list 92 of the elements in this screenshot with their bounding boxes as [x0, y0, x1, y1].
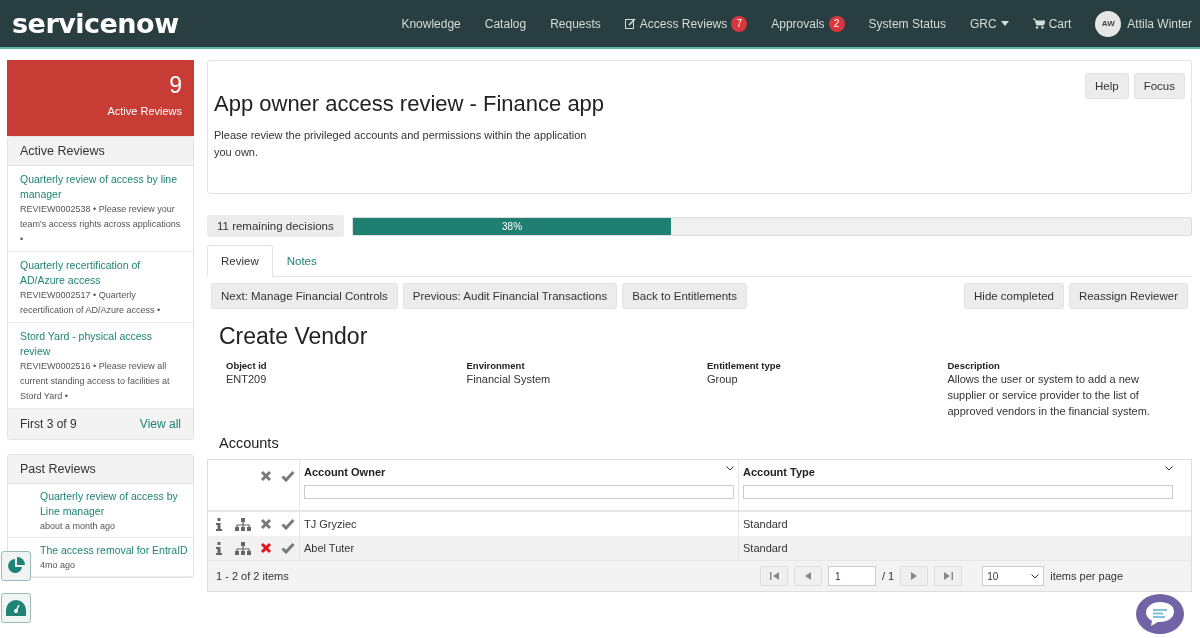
chevron-icon[interactable] — [1165, 466, 1173, 471]
review-count: 9 — [169, 72, 182, 99]
servicenow-logo[interactable]: servicenow — [12, 8, 179, 39]
hierarchy-icon[interactable] — [234, 517, 251, 531]
review-description: Please review the privileged accounts and permissions within the application you own. — [214, 128, 588, 160]
field-value: Financial System — [466, 372, 552, 387]
gauge-icon — [6, 600, 26, 616]
column-filter-field[interactable] — [743, 485, 1173, 499]
column-header[interactable]: Account Owner — [304, 466, 386, 478]
review-meta: REVIEW0002517 • Quarterly recertification of AD/Azure access • — [20, 289, 162, 317]
review-link[interactable]: Stord Yard - physical access review — [20, 329, 185, 359]
page-number-field[interactable]: 1 — [828, 566, 876, 586]
previous-page-button[interactable] — [794, 566, 822, 586]
action-button[interactable]: Hide completed — [964, 283, 1064, 309]
card-button[interactable]: Help — [1085, 73, 1129, 99]
card-button[interactable]: Focus — [1133, 73, 1185, 99]
review-link[interactable]: Quarterly recertification of AD/Azure access — [20, 258, 185, 288]
panel-heading: Active Reviews — [8, 137, 193, 166]
edit-icon — [624, 18, 636, 29]
count-badge: 2 — [828, 15, 845, 32]
item-count: 1 - 2 of 2 items — [216, 570, 289, 582]
nav-button[interactable]: Back to Entitlements — [622, 283, 747, 309]
user-avatar[interactable]: AW — [1095, 10, 1122, 37]
list-count: First 3 of 9 — [20, 417, 77, 431]
caret-icon — [1000, 21, 1009, 26]
review-link[interactable]: The access removal for EntraID — [40, 543, 189, 558]
gauge-button[interactable] — [1, 593, 31, 623]
reject-icon[interactable] — [260, 542, 272, 554]
nav-button[interactable]: Previous: Audit Financial Transactions — [402, 283, 618, 309]
field-label: Environment — [466, 360, 526, 371]
first-page-icon — [769, 572, 779, 580]
field-label: Object id — [226, 360, 268, 371]
cart-icon — [1032, 18, 1045, 29]
nav-link[interactable]: Approvals 2 — [771, 15, 845, 32]
pie-chart-icon — [7, 557, 25, 575]
field-value: Allows the user or system to add a new supplier or service provider to the list of approved vendors in the financial system. — [947, 372, 1151, 419]
field-value: Group — [707, 372, 739, 387]
active-reviews-tile[interactable]: 9 Active Reviews — [7, 60, 194, 136]
accounts-heading: Accounts — [219, 435, 280, 451]
nav-link[interactable]: Requests — [550, 16, 601, 31]
page-size-dropdown[interactable]: 10 — [982, 566, 1045, 586]
review-title: App owner access review - Finance app — [214, 91, 606, 117]
field-value: ENT209 — [226, 372, 268, 387]
nav-link[interactable]: System Status — [868, 16, 946, 31]
chevron-icon — [1031, 573, 1040, 579]
nav-link[interactable]: Cart — [1032, 16, 1072, 31]
nav-link[interactable]: Knowledge — [401, 16, 461, 31]
check-icon[interactable] — [281, 518, 295, 530]
reject-all-icon[interactable] — [260, 470, 272, 482]
hierarchy-icon[interactable] — [234, 541, 251, 555]
review-meta: about a month ago — [40, 520, 117, 533]
check-icon[interactable] — [281, 470, 295, 482]
column-header[interactable]: Account Type — [743, 466, 815, 478]
reject-icon[interactable] — [260, 518, 272, 530]
field-label: Description — [947, 360, 1001, 371]
count-badge: 7 — [731, 15, 748, 32]
first-page-button[interactable] — [760, 566, 788, 586]
user-name[interactable]: Attila Winter — [1127, 16, 1192, 31]
entitlement-title: Create Vendor — [219, 323, 369, 350]
column-filter-field[interactable] — [304, 485, 734, 499]
field-label: Entitlement type — [707, 360, 782, 371]
check-icon[interactable] — [281, 542, 295, 554]
chat-icon — [1145, 601, 1175, 627]
review-meta: REVIEW0002516 • Please review all current standing access to facilities at Stord Yard • — [20, 360, 171, 403]
info-icon[interactable] — [216, 517, 222, 531]
pie-chart-button[interactable] — [1, 551, 31, 581]
nav-link[interactable]: Access Reviews 7 — [624, 15, 748, 32]
last-page-icon — [943, 572, 953, 580]
view-all-link[interactable]: View all — [139, 417, 181, 431]
review-link[interactable]: Quarterly review of access by Line manager — [40, 489, 189, 519]
page-size-label: items per page — [1050, 570, 1123, 582]
action-button[interactable]: Reassign Reviewer — [1068, 283, 1188, 309]
chevron-icon[interactable] — [726, 466, 734, 471]
review-meta: 4mo ago — [40, 559, 77, 572]
next-icon — [911, 572, 918, 580]
page-total: / 1 — [882, 570, 895, 582]
nav-link[interactable]: GRC — [969, 16, 1009, 31]
tab[interactable]: Review — [207, 245, 273, 277]
review-meta: REVIEW0002538 • Please review your team's access rights across applications • — [20, 203, 182, 246]
progress-fill: 38% — [352, 217, 672, 235]
info-icon[interactable] — [216, 541, 222, 555]
tile-label: Active Reviews — [107, 105, 182, 117]
nav-button[interactable]: Next: Manage Financial Controls — [211, 283, 398, 309]
panel-heading: Past Reviews — [8, 455, 193, 484]
tab[interactable]: Notes — [272, 245, 331, 277]
remaining-decisions: 11 remaining decisions — [207, 215, 344, 237]
last-page-button[interactable] — [934, 566, 963, 586]
nav-link[interactable]: Catalog — [484, 16, 527, 31]
review-link[interactable]: Quarterly review of access by line manager — [20, 172, 185, 202]
next-page-button[interactable] — [900, 566, 929, 586]
chat-button[interactable] — [1136, 594, 1184, 634]
previous-icon — [805, 572, 811, 580]
